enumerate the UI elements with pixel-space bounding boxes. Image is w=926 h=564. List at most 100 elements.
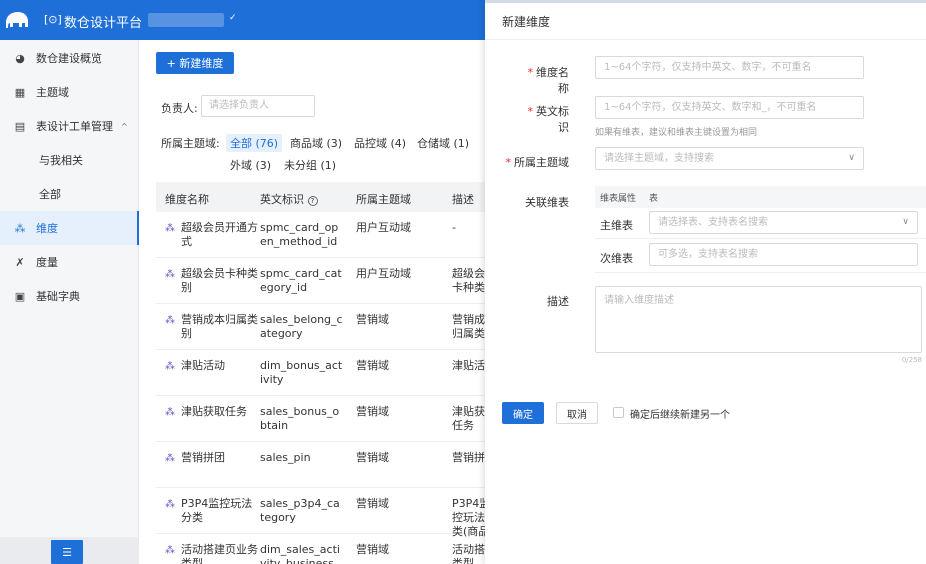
cell-en: spmc_card_open_method_id [260,221,339,248]
main-table-label: 主维表 [600,219,633,232]
app-title[interactable]: 数仓设计平台 [64,12,142,31]
cell-en: sales_pin [260,451,311,464]
table-row[interactable]: ⁂ 津贴活动 dim_bonus_activity 营销域 津贴活动 [156,350,485,396]
cell-desc: 津贴活动 [452,359,485,372]
table-row[interactable]: ⁂ 活动搭建页业务类型 dim_sales_activity_business … [156,534,485,564]
cell-name[interactable]: 津贴活动 [181,359,261,373]
main-table-select[interactable]: 请选择表、支持表名搜索 ∨ [649,211,918,234]
elephant-icon[interactable] [4,9,30,31]
cell-name[interactable]: 活动搭建页业务类型 [181,543,261,564]
cell-en: sales_belong_category [260,313,343,340]
cell-name[interactable]: 超级会员卡种类别 [181,267,261,295]
table-row[interactable]: ⁂ 营销拼团 sales_pin 营销域 营销拼团 [156,442,485,488]
subject-domain-placeholder: 请选择主题域，支持搜索 [604,153,714,164]
sidebar: ◕ 数仓建设概览 ▦ 主题域 ▤ 表设计工单管理 ^ 与我相关 全部 ⁂ 维度 … [0,40,139,564]
confirm-button[interactable]: 确定 [502,402,544,424]
continue-checkbox[interactable] [613,407,624,418]
sidebar-footer: ☰ [0,537,139,564]
dimension-name-label-text: 维度名称 [536,66,569,95]
sidebar-item-label: 表设计工单管理 [36,120,113,133]
table-row[interactable]: ⁂ 津贴获取任务 sales_bonus_obtain 营销域 津贴获取任务 [156,396,485,442]
domain-tag-ungrouped[interactable]: 未分组 (1) [284,157,336,173]
english-id-label-text: 英文标识 [536,105,569,134]
drawer-title: 新建维度 [502,15,551,29]
dimension-icon: ⁂ [165,499,175,510]
divider [485,39,926,40]
cell-en: sales_p3p4_category [260,497,340,524]
menu-icon: ☰ [62,545,72,559]
main-table-placeholder: 请选择表、支持表名搜索 [658,217,768,228]
table-row[interactable]: ⁂ 超级会员卡种类别 spmc_card_category_id 用户互动域 超… [156,258,485,304]
cancel-button[interactable]: 取消 [556,402,598,424]
cell-domain: 营销域 [356,543,389,556]
chevron-up-icon[interactable]: ^ [121,122,128,131]
table-row[interactable]: ⁂ P3P4监控玩法分类 sales_p3p4_category 营销域 P3P… [156,488,485,538]
col-header-attr: 维表属性 [600,194,637,204]
new-dimension-drawer: 新建维度 * 维度名称 1~64个字符，仅支持中英文、数字，不可重名 * 英文标识 … [485,0,926,564]
sidebar-item-label: 数仓建设概览 [36,52,102,65]
domain-tag-product[interactable]: 商品域 (3) [290,135,342,151]
description-textarea[interactable]: 请输入维度描述 [595,286,922,353]
dictionary-icon: ▣ [14,289,26,303]
related-table-label: 关联维表 [525,196,569,209]
sidebar-item-subject-domain[interactable]: ▦ 主题域 [0,75,139,109]
owner-label: 负责人: [161,102,198,115]
table-row[interactable]: ⁂ 营销成本归属类别 sales_belong_category 营销域 营销成… [156,304,485,350]
cell-name[interactable]: 营销成本归属类别 [181,313,261,341]
owner-select[interactable]: 请选择负责人 [201,95,315,117]
table-icon: ▤ [14,119,26,133]
sidebar-item-all[interactable]: 全部 [0,177,139,211]
dimension-icon: ⁂ [14,221,26,235]
domain-tag-warehouse[interactable]: 仓储域 (1) [417,135,469,151]
char-counter: 0/258 [901,356,922,364]
dimension-icon: ⁂ [165,269,175,280]
dimension-name-input[interactable]: 1~64个字符，仅支持中英文、数字，不可重名 [595,56,864,79]
cell-name[interactable]: P3P4监控玩法分类 [181,497,261,525]
domain-tag-all[interactable]: 全部 (76) [226,134,283,152]
sidebar-item-label: 全部 [39,188,61,201]
col-header-name: 维度名称 [165,193,209,206]
col-header-table: 表 [649,194,659,204]
dimension-icon: ⁂ [165,407,175,418]
domain-tag-quality[interactable]: 品控域 (4) [354,135,406,151]
chevron-down-icon: ∨ [848,153,855,163]
sidebar-item-dictionary[interactable]: ▣ 基础字典 [0,279,139,313]
cell-name[interactable]: 超级会员开通方式 [181,221,261,249]
subject-domain-label-text: 所属主题域 [514,156,569,169]
collapse-sidebar-button[interactable]: ☰ [51,540,83,564]
cell-domain: 营销域 [356,359,389,372]
measure-icon: ✗ [15,255,25,269]
main-content: + 新建维度 负责人: 请选择负责人 所属主题域: 全部 (76) 商品域 (3… [139,40,485,564]
project-selector[interactable] [148,13,224,27]
sidebar-item-label: 与我相关 [39,154,83,167]
sidebar-item-dimension[interactable]: ⁂ 维度 [0,211,139,245]
required-mark: * [527,66,534,79]
cell-domain: 营销域 [356,497,389,510]
cell-desc: - [452,221,456,234]
subject-domain-select[interactable]: 请选择主题域，支持搜索 ∨ [595,147,864,170]
sub-table-select[interactable]: 可多选，支持表名搜索 [649,243,918,266]
dimension-icon: ⁂ [165,453,175,464]
col-header-en: 英文标识 ? [260,191,318,207]
new-dimension-button[interactable]: + 新建维度 [156,52,234,74]
chevron-down-icon[interactable]: ✓ [229,13,237,23]
sidebar-item-ticket-management[interactable]: ▤ 表设计工单管理 ^ [0,109,139,143]
platform-icon: [⊙] [44,13,62,26]
sidebar-item-related-to-me[interactable]: 与我相关 [0,143,139,177]
grid-icon: ▦ [14,85,26,99]
table-row[interactable]: ⁂ 超级会员开通方式 spmc_card_open_method_id 用户互动… [156,212,485,258]
cell-name[interactable]: 营销拼团 [181,451,261,465]
required-mark: * [505,156,512,169]
required-mark: * [527,105,534,118]
dimension-icon: ⁂ [165,315,175,326]
sidebar-item-overview[interactable]: ◕ 数仓建设概览 [0,41,139,75]
dimension-name-label: * 维度名称 [521,64,570,96]
sidebar-item-label: 主题域 [36,86,69,99]
help-icon[interactable]: ? [307,196,318,206]
sidebar-item-measure[interactable]: ✗ 度量 [0,245,139,279]
continue-checkbox-label[interactable]: 确定后继续新建另一个 [630,406,730,421]
domain-tag-external[interactable]: 外域 (3) [230,157,271,173]
cell-name[interactable]: 津贴获取任务 [181,405,261,419]
english-id-input[interactable]: 1~64个字符，仅支持英文、数字和_，不可重名 [595,96,864,119]
table-header: 维度名称 英文标识 ? 所属主题域 描述 [156,182,485,212]
